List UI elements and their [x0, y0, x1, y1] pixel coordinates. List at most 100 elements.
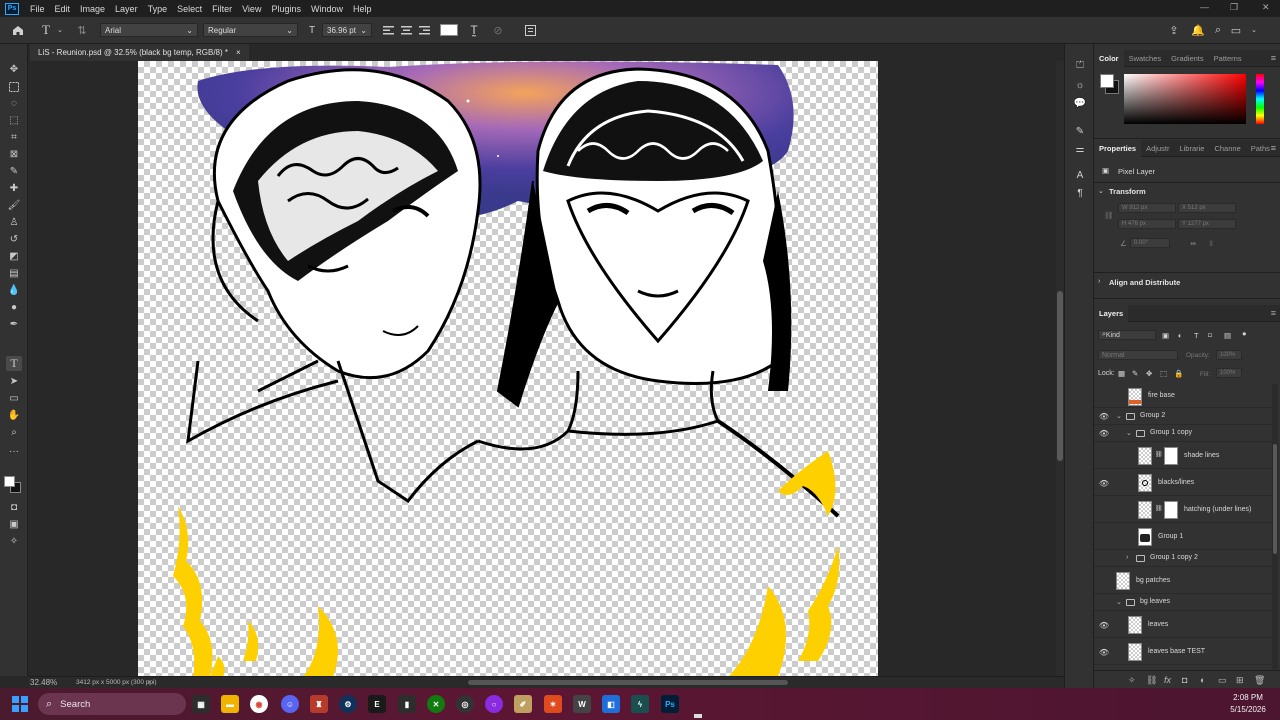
- frame-tool-icon[interactable]: ⊠: [6, 147, 22, 162]
- text-color-swatch[interactable]: [440, 24, 458, 36]
- layer-row-hatching[interactable]: ⛓ hatching (under lines): [1094, 497, 1272, 523]
- lasso-tool-icon[interactable]: ◌: [6, 96, 22, 111]
- tab-libraries[interactable]: Librarie: [1174, 140, 1209, 157]
- character-panel-icon[interactable]: [522, 22, 538, 38]
- opacity-input[interactable]: 100%: [1216, 350, 1242, 360]
- zoom-tool-icon[interactable]: ⌕: [6, 425, 22, 440]
- panel-menu-icon[interactable]: ≡: [1271, 143, 1276, 153]
- filter-adjustment-icon[interactable]: ◐: [1178, 331, 1183, 340]
- history-brush-icon[interactable]: ↺: [6, 232, 22, 247]
- link-layers-icon[interactable]: ⛓: [1146, 675, 1157, 686]
- flip-vertical-icon[interactable]: ⇳: [1208, 239, 1214, 248]
- taskbar-clock[interactable]: 2:08 PM 5/15/2026: [1220, 692, 1276, 716]
- store-app-icon[interactable]: ▦: [192, 695, 210, 713]
- chevron-down-icon[interactable]: ⌄: [52, 22, 68, 38]
- horizontal-scroll-thumb[interactable]: [468, 680, 788, 685]
- font-family-select[interactable]: Arial ⌄: [100, 23, 198, 37]
- workspace-icon[interactable]: ▭: [1228, 22, 1244, 38]
- menu-plugins[interactable]: Plugins: [266, 4, 306, 14]
- layer-name[interactable]: Group 1 copy 2: [1150, 554, 1198, 561]
- menu-layer[interactable]: Layer: [110, 4, 143, 14]
- filter-smart-object-icon[interactable]: ▤: [1224, 331, 1231, 340]
- menu-help[interactable]: Help: [348, 4, 377, 14]
- blur-tool-icon[interactable]: 💧: [6, 283, 22, 298]
- menu-image[interactable]: Image: [75, 4, 110, 14]
- chevron-right-icon[interactable]: ›: [1126, 554, 1128, 561]
- gradient-tool-icon[interactable]: ▤: [6, 266, 22, 281]
- generate-image-icon[interactable]: ✧: [6, 534, 22, 549]
- foreground-color-swatch[interactable]: [4, 476, 15, 487]
- layer-mask-thumbnail[interactable]: [1164, 447, 1178, 465]
- filter-pixel-icon[interactable]: ▣: [1162, 331, 1169, 340]
- eye-icon[interactable]: 👁: [1099, 479, 1109, 488]
- tab-properties[interactable]: Properties: [1094, 139, 1142, 157]
- tab-color[interactable]: Color: [1094, 49, 1124, 67]
- document-canvas[interactable]: [138, 61, 878, 676]
- notifications-icon[interactable]: 🔔: [1190, 22, 1206, 38]
- dodge-tool-icon[interactable]: ●: [6, 300, 22, 315]
- x-field[interactable]: X 512 px: [1178, 203, 1236, 213]
- wix-app-icon[interactable]: W: [573, 695, 591, 713]
- status-arrow-icon[interactable]: ›: [148, 679, 150, 686]
- screen-mode-icon[interactable]: ▣: [6, 517, 22, 532]
- vertical-scroll-thumb[interactable]: [1057, 291, 1063, 461]
- trash-icon[interactable]: 🗑: [1254, 675, 1265, 686]
- type-tool-icon[interactable]: T: [6, 356, 22, 371]
- photoshop-taskbar-icon[interactable]: Ps: [661, 695, 679, 713]
- layer-row-bg-leaves[interactable]: ⌄ bg leaves: [1094, 595, 1272, 611]
- tab-swatches[interactable]: Swatches: [1124, 50, 1167, 67]
- circle-app-icon[interactable]: ○: [485, 695, 503, 713]
- crop-tool-icon[interactable]: ⌗: [6, 130, 22, 145]
- warp-text-icon[interactable]: T̰: [466, 22, 482, 38]
- layer-row-leaves[interactable]: 👁 leaves: [1094, 612, 1272, 638]
- file-explorer-icon[interactable]: ▬: [221, 695, 239, 713]
- eye-icon[interactable]: 👁: [1099, 429, 1109, 438]
- layer-row-group-2[interactable]: 👁 ⌄ Group 2: [1094, 409, 1272, 425]
- feather-app-icon[interactable]: ✐: [514, 695, 532, 713]
- clone-stamp-icon[interactable]: ♙: [6, 215, 22, 230]
- align-left-icon[interactable]: [380, 22, 396, 38]
- menu-select[interactable]: Select: [172, 4, 207, 14]
- brush-settings-icon[interactable]: ✎: [1073, 124, 1087, 138]
- layer-row-group-1[interactable]: Group 1: [1094, 524, 1272, 550]
- chevron-down-icon[interactable]: ⌄: [1246, 22, 1262, 38]
- layer-row-fire-base[interactable]: fire base: [1094, 386, 1272, 408]
- new-group-icon[interactable]: ▭: [1218, 675, 1227, 686]
- layer-name[interactable]: Group 2: [1140, 412, 1165, 419]
- discord-icon[interactable]: ☺: [281, 695, 299, 713]
- paragraph-icon[interactable]: ¶: [1073, 186, 1087, 200]
- comments-panel-icon[interactable]: 💬: [1073, 96, 1087, 110]
- history-panel-icon[interactable]: ⏍: [1073, 58, 1087, 72]
- menu-window[interactable]: Window: [306, 4, 348, 14]
- fx-icon[interactable]: fx: [1164, 675, 1171, 685]
- layers-scroll-thumb[interactable]: [1273, 444, 1277, 554]
- search-icon[interactable]: ⌕: [1210, 22, 1226, 38]
- layer-name[interactable]: bg leaves: [1140, 598, 1170, 605]
- menu-type[interactable]: Type: [143, 4, 173, 14]
- align-section-title[interactable]: Align and Distribute: [1109, 278, 1180, 287]
- game-app-icon[interactable]: ♜: [310, 695, 328, 713]
- panel-menu-icon[interactable]: ≡: [1271, 53, 1276, 63]
- new-layer-icon[interactable]: ⊞: [1236, 675, 1244, 686]
- add-mask-icon[interactable]: ◘: [1182, 675, 1187, 685]
- layer-name[interactable]: shade lines: [1184, 452, 1219, 459]
- menu-view[interactable]: View: [237, 4, 266, 14]
- lock-position-icon[interactable]: ✥: [1146, 369, 1152, 378]
- home-icon[interactable]: [10, 22, 26, 38]
- font-style-select[interactable]: Regular ⌄: [203, 23, 298, 37]
- tab-channels[interactable]: Channe: [1209, 140, 1245, 157]
- layer-name[interactable]: bg patches: [1136, 577, 1170, 584]
- close-tab-icon[interactable]: ×: [236, 48, 241, 57]
- filter-shape-icon[interactable]: ⌑: [1208, 331, 1212, 340]
- healing-brush-icon[interactable]: ✚: [6, 181, 22, 196]
- restore-icon[interactable]: ❐: [1230, 2, 1238, 13]
- chevron-down-icon[interactable]: ⌄: [1116, 412, 1122, 420]
- adjustment-layer-icon[interactable]: ◐: [1200, 675, 1205, 685]
- chevron-down-icon[interactable]: ⌄: [1126, 429, 1132, 437]
- more-tools-icon[interactable]: ···: [6, 444, 22, 459]
- lock-artboard-icon[interactable]: ⬚: [1160, 369, 1167, 378]
- actions-panel-icon[interactable]: ☼: [1073, 78, 1087, 92]
- layer-row-group-1-copy[interactable]: 👁 ⌄ Group 1 copy: [1094, 426, 1272, 442]
- lock-transparent-icon[interactable]: ▦: [1118, 369, 1125, 378]
- minimize-icon[interactable]: —: [1200, 2, 1209, 12]
